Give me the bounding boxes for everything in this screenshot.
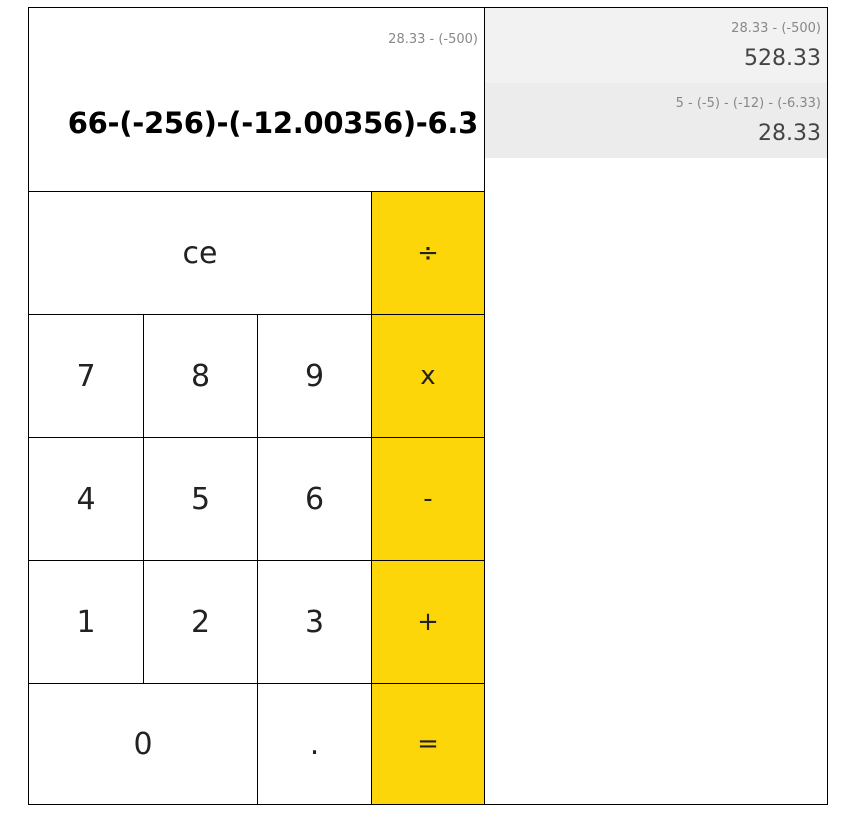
history-item[interactable]: 5 - (-5) - (-12) - (-6.33) 28.33 [485, 83, 827, 158]
subtract-button[interactable]: - [372, 438, 485, 561]
previous-expression: 28.33 - (-500) [388, 32, 478, 47]
keypad: ce ÷ 7 8 9 x 4 5 6 - 1 2 3 + 0 . = [29, 192, 485, 804]
history-result: 528.33 [744, 46, 821, 71]
calculator-app: 28.33 - (-500) 66-(-256)-(-12.00356)-6.3… [28, 7, 828, 805]
digit-8-button[interactable]: 8 [144, 315, 258, 438]
digit-1-button[interactable]: 1 [29, 561, 144, 684]
decimal-button[interactable]: . [258, 684, 372, 804]
calculator-panel: 28.33 - (-500) 66-(-256)-(-12.00356)-6.3… [29, 8, 485, 804]
history-expression: 28.33 - (-500) [731, 21, 821, 36]
multiply-button[interactable]: x [372, 315, 485, 438]
history-expression: 5 - (-5) - (-12) - (-6.33) [675, 96, 821, 111]
clear-button[interactable]: ce [29, 192, 372, 315]
history-result: 28.33 [758, 121, 821, 146]
digit-4-button[interactable]: 4 [29, 438, 144, 561]
digit-3-button[interactable]: 3 [258, 561, 372, 684]
digit-0-button[interactable]: 0 [29, 684, 258, 804]
display: 28.33 - (-500) 66-(-256)-(-12.00356)-6.3 [29, 8, 485, 192]
history-panel: 28.33 - (-500) 528.33 5 - (-5) - (-12) -… [485, 8, 827, 804]
add-button[interactable]: + [372, 561, 485, 684]
digit-5-button[interactable]: 5 [144, 438, 258, 561]
history-item[interactable]: 28.33 - (-500) 528.33 [485, 8, 827, 83]
digit-2-button[interactable]: 2 [144, 561, 258, 684]
digit-7-button[interactable]: 7 [29, 315, 144, 438]
current-expression: 66-(-256)-(-12.00356)-6.3 [67, 106, 479, 140]
equals-button[interactable]: = [372, 684, 485, 804]
divide-button[interactable]: ÷ [372, 192, 485, 315]
digit-6-button[interactable]: 6 [258, 438, 372, 561]
digit-9-button[interactable]: 9 [258, 315, 372, 438]
